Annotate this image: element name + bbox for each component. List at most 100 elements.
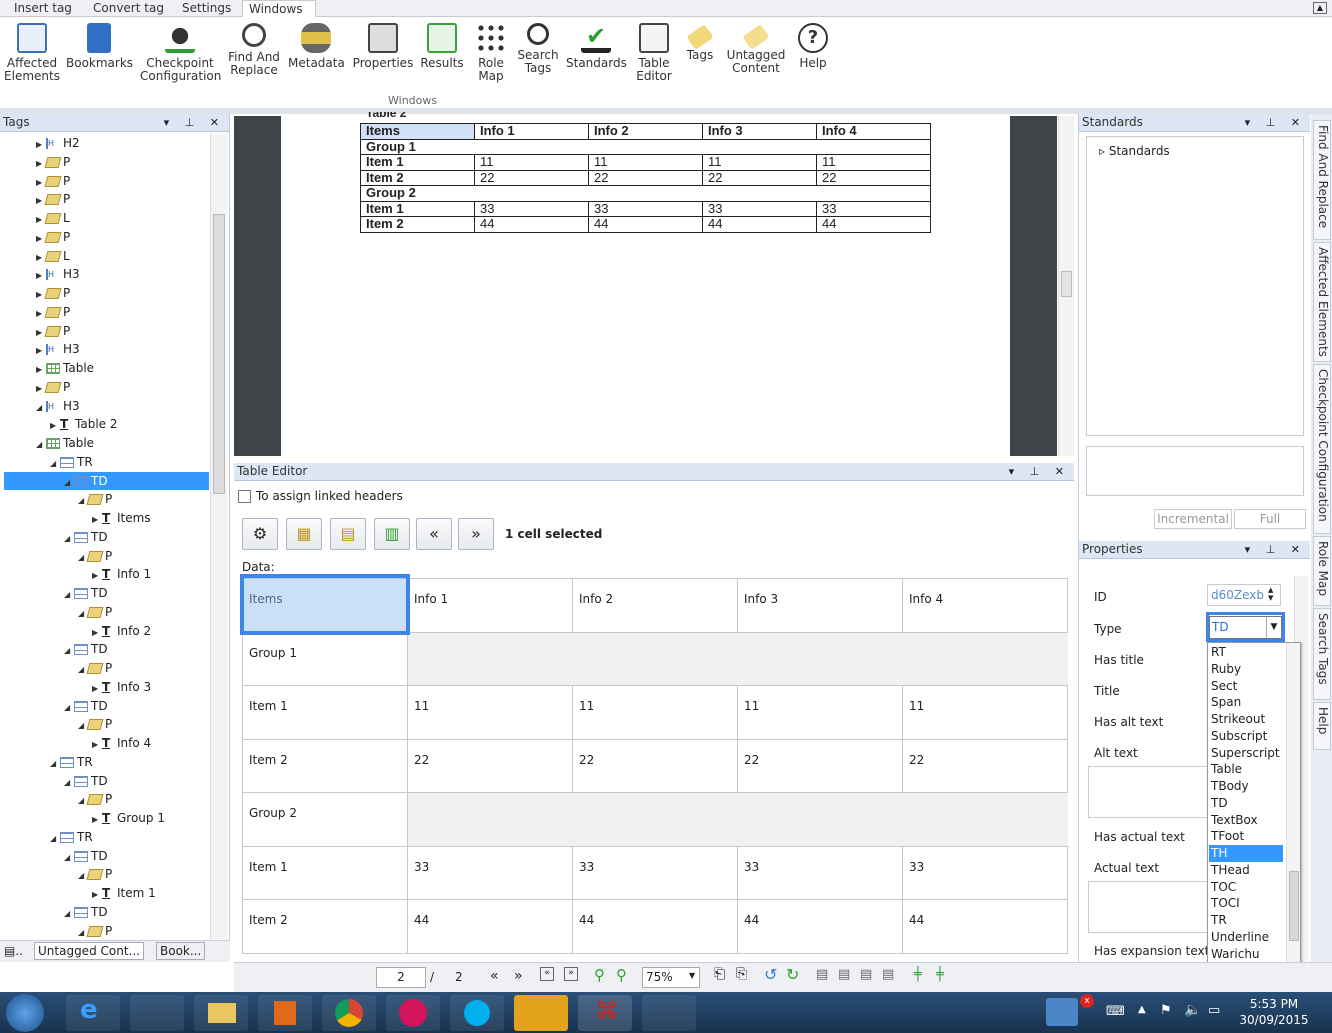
tag-tree-node[interactable]: ▶ P <box>36 228 70 246</box>
tag-tree-node[interactable]: ▶ P <box>36 153 70 171</box>
document-table-cell[interactable]: 44 <box>816 216 931 233</box>
linked-headers-checkbox[interactable] <box>238 490 251 503</box>
first-page-icon[interactable]: « <box>490 968 499 984</box>
previous-page-icon[interactable]: « <box>540 967 554 981</box>
tag-tree-node[interactable]: ▶ T Info 4 <box>92 734 151 752</box>
grid-cell[interactable]: 44 <box>902 899 1068 954</box>
document-scroll-thumb[interactable] <box>1061 271 1072 297</box>
view-mode-2-icon[interactable]: ▤ <box>838 967 850 982</box>
collapse-arrow-icon[interactable]: ◢ <box>64 774 74 792</box>
standards-button[interactable]: ✔ Standards <box>566 23 627 70</box>
skype-icon[interactable] <box>450 995 504 1031</box>
document-table-cell[interactable]: Info 2 <box>588 123 703 140</box>
tag-tree-node[interactable]: ◢ TR <box>50 453 93 471</box>
expand-arrow-icon[interactable]: ▶ <box>92 567 102 585</box>
type-option[interactable]: Table <box>1211 761 1242 778</box>
collapse-arrow-icon[interactable]: ◢ <box>64 849 74 867</box>
type-option[interactable]: Warichu <box>1211 946 1260 963</box>
standards-tree-item[interactable]: ▹ Standards <box>1099 144 1170 158</box>
side-tab-help[interactable]: Help <box>1313 702 1331 750</box>
document-table-cell[interactable]: Item 1 <box>360 154 475 171</box>
type-option[interactable]: TR <box>1211 912 1227 929</box>
side-tab-find-replace[interactable]: Find And Replace <box>1313 120 1331 240</box>
collapse-arrow-icon[interactable]: ◢ <box>50 830 60 848</box>
chrome-icon[interactable] <box>322 995 376 1031</box>
tags-scroll-thumb[interactable] <box>213 214 225 494</box>
tag-tree-node[interactable]: ▶ T Table 2 <box>50 415 117 433</box>
tag-tree-node[interactable]: ▶ Table <box>36 359 94 377</box>
flag-icon[interactable]: ⚑ <box>1160 1003 1172 1018</box>
expand-arrow-icon[interactable]: ▶ <box>50 417 60 435</box>
document-table-cell[interactable]: 33 <box>588 200 703 217</box>
collapse-arrow-icon[interactable]: ◢ <box>50 455 60 473</box>
document-table-cell[interactable]: 44 <box>702 216 817 233</box>
type-option[interactable]: TFoot <box>1211 828 1244 845</box>
alt-text-field[interactable] <box>1088 766 1208 818</box>
grid-cell[interactable]: Item 1 <box>242 685 408 740</box>
tag-tree-node[interactable]: ▶ T Group 1 <box>92 809 165 827</box>
dropdown-scroll-thumb[interactable] <box>1289 871 1299 941</box>
tab-insert-tag[interactable]: Insert tag <box>8 0 78 17</box>
tag-tree-node[interactable]: ▶ H H3 <box>36 340 80 358</box>
tags-scrollbar[interactable] <box>210 134 227 940</box>
clock[interactable]: 5:53 PM 30/09/2015 <box>1236 997 1312 1027</box>
set-header-button[interactable]: ▦ <box>286 518 322 550</box>
expand-arrow-icon[interactable]: ▶ <box>36 361 46 379</box>
grid-cell[interactable]: Info 1 <box>407 578 573 633</box>
tag-tree-node[interactable]: ▶ P <box>36 378 70 396</box>
document-tool-icon[interactable] <box>130 995 184 1031</box>
previous-table-button[interactable]: « <box>416 518 452 550</box>
checkpoint-configuration-button[interactable]: Checkpoint Configuration <box>140 23 221 83</box>
collapse-arrow-icon[interactable]: ◢ <box>50 755 60 773</box>
document-table-cell[interactable]: 33 <box>816 200 931 217</box>
grid-cell[interactable]: Item 2 <box>242 899 408 954</box>
document-table-cell[interactable]: 11 <box>588 154 703 171</box>
document-table-cell[interactable]: Info 1 <box>474 123 589 140</box>
app-windows-icon[interactable] <box>514 995 568 1031</box>
tag-tree-node[interactable]: ▶ L <box>36 247 70 265</box>
affected-elements-button[interactable]: Affected Elements <box>4 23 60 83</box>
grid-cell[interactable]: Item 2 <box>242 738 408 793</box>
document-table-cell[interactable]: 22 <box>702 169 817 186</box>
incremental-button[interactable]: Incremental <box>1154 509 1232 529</box>
grid-cell[interactable]: 44 <box>572 899 738 954</box>
tag-tree-node[interactable]: ◢ P <box>78 865 112 883</box>
tag-tree-node[interactable]: ▶ H H3 <box>36 265 80 283</box>
document-table-cell[interactable]: 44 <box>474 216 589 233</box>
rotate-left-icon[interactable]: ↺ <box>764 965 777 984</box>
tag-tree-node[interactable]: ◢ TD <box>64 847 108 865</box>
grid-cell[interactable]: Group 1 <box>242 631 408 686</box>
full-button[interactable]: Full <box>1234 509 1306 529</box>
grid-cell[interactable]: 11 <box>737 685 903 740</box>
untagged-content-button[interactable]: Untagged Content <box>724 23 788 75</box>
document-table-cell[interactable]: Info 4 <box>816 123 931 140</box>
column-view-1-icon[interactable]: ╪ <box>914 967 922 982</box>
tag-tree-node[interactable]: ◢ H H3 <box>36 397 80 415</box>
grid-cell[interactable]: 22 <box>572 738 738 793</box>
tag-tree-node[interactable]: ▶ P <box>36 303 70 321</box>
tag-tree-node[interactable]: ▶ P <box>36 284 70 302</box>
collapse-arrow-icon[interactable]: ◢ <box>64 905 74 923</box>
grid-cell[interactable]: 11 <box>902 685 1068 740</box>
view-mode-3-icon[interactable]: ▤ <box>860 967 872 982</box>
file-explorer-icon[interactable] <box>194 995 248 1031</box>
type-option[interactable]: TBody <box>1211 778 1249 795</box>
expand-arrow-icon[interactable]: ▶ <box>92 736 102 754</box>
tag-tree-node[interactable]: ▶ T Info 3 <box>92 678 151 696</box>
tag-tree-node[interactable]: ◢ TD <box>64 772 108 790</box>
collapse-arrow-icon[interactable]: ◢ <box>36 399 46 417</box>
type-option[interactable]: Sect <box>1211 678 1237 695</box>
paint-icon[interactable] <box>642 995 696 1031</box>
grid-cell[interactable]: 33 <box>407 845 573 900</box>
role-map-button[interactable]: Role Map <box>472 23 510 83</box>
tag-tree-node[interactable]: ▶ T Item 1 <box>92 884 156 902</box>
tag-tree-node[interactable]: ◢ P <box>78 603 112 621</box>
grid-cell[interactable]: 33 <box>737 845 903 900</box>
document-table-cell[interactable]: 22 <box>816 169 931 186</box>
expand-arrow-icon[interactable]: ▶ <box>92 886 102 904</box>
search-tags-button[interactable]: Search Tags <box>516 23 560 75</box>
expand-arrow-icon[interactable]: ▶ <box>36 267 46 285</box>
document-table-cell[interactable]: 22 <box>588 169 703 186</box>
type-option[interactable]: TH <box>1209 845 1283 862</box>
tag-tree-node[interactable]: ▶ H H2 <box>36 134 80 152</box>
